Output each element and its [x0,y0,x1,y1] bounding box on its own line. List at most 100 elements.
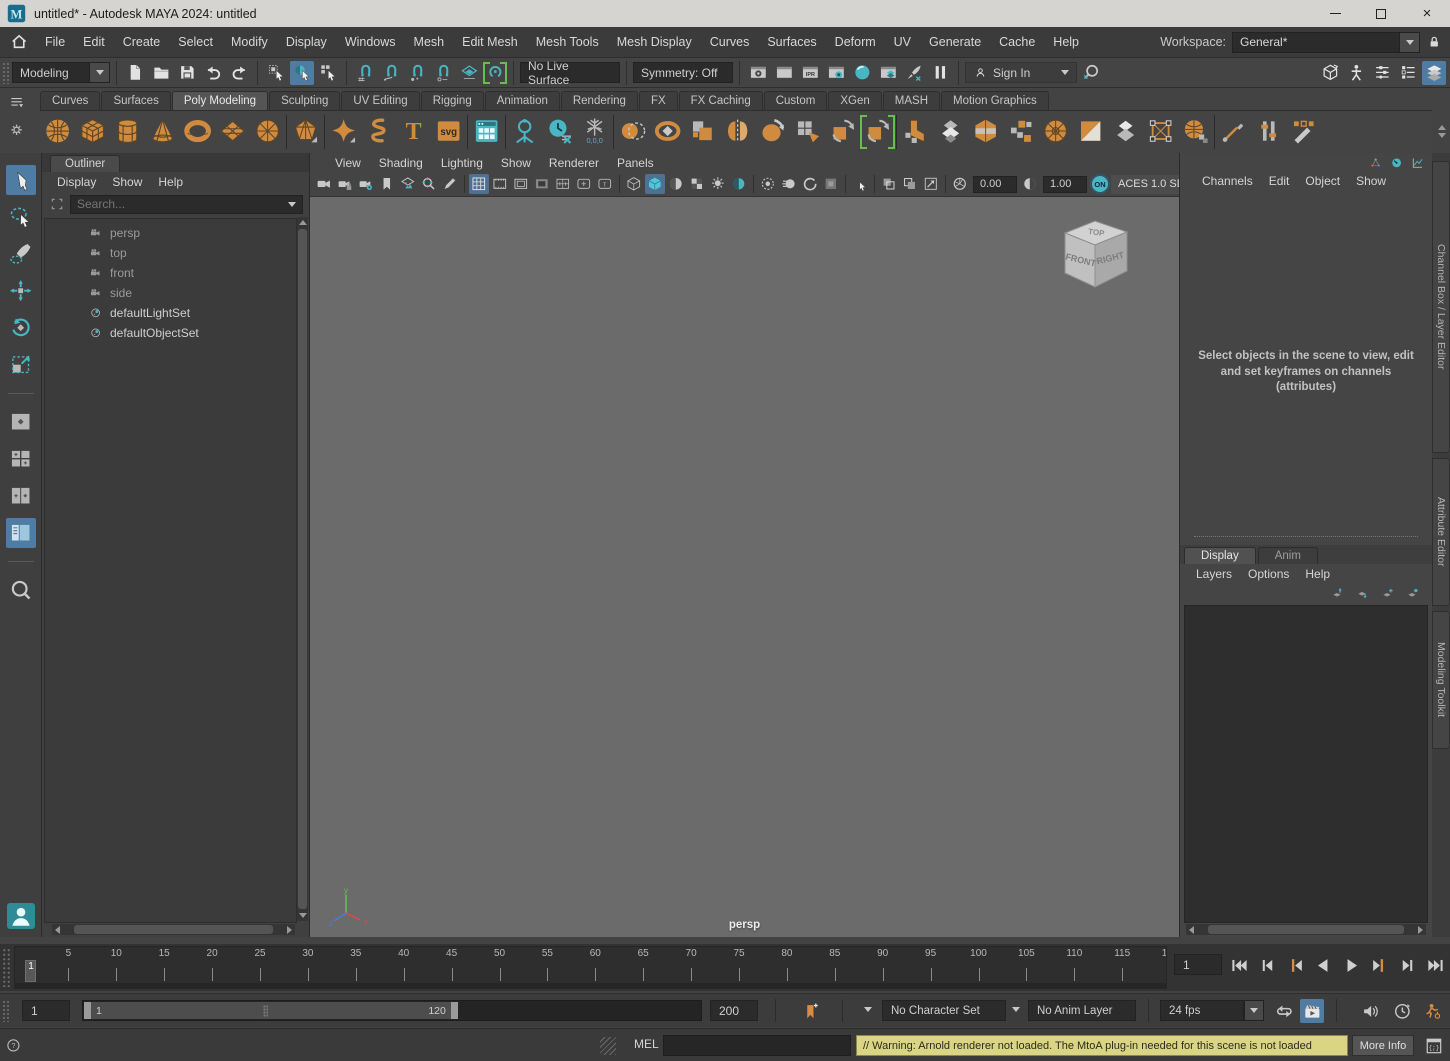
xray-icon[interactable] [879,174,899,194]
outliner-menu-show[interactable]: Show [105,175,149,189]
menu-set-select[interactable]: Modeling [12,62,90,83]
next-key-button[interactable] [1366,952,1392,978]
menu-create[interactable]: Create [114,27,170,57]
scale-tool[interactable] [6,350,36,380]
multi-cut-icon[interactable] [1286,114,1321,150]
pan-zoom-icon[interactable] [419,174,439,194]
shelf-scroll-up-icon[interactable] [1438,125,1446,130]
sculpt-tool-icon[interactable] [755,114,790,150]
layout-outliner-persp-button[interactable] [6,518,36,548]
outliner-horizontal-scrollbar[interactable] [52,924,295,935]
move-layer-up-icon[interactable] [1329,585,1347,601]
extrude-icon[interactable] [898,114,933,150]
range-slider-track[interactable]: 1 120 [82,1000,702,1021]
open-scene-icon[interactable] [149,61,173,85]
range-start-handle[interactable] [84,1002,91,1019]
menu-mesh[interactable]: Mesh [405,27,454,57]
mute-audio-icon[interactable] [1358,999,1382,1023]
workspace-lock-icon[interactable] [1426,32,1442,52]
command-input[interactable] [663,1035,851,1056]
workspace-select[interactable]: General* [1232,32,1400,53]
menu-deform[interactable]: Deform [826,27,885,57]
viewport-menu-shading[interactable]: Shading [370,156,432,170]
move-tool[interactable] [6,276,36,306]
create-layer-from-selected-icon[interactable] [1404,585,1422,601]
shelf-tab-rigging[interactable]: Rigging [421,91,484,110]
search-filter-arrow[interactable] [288,202,296,207]
auto-keyframe-icon[interactable] [1420,999,1444,1023]
menu-help[interactable]: Help [1044,27,1088,57]
close-button[interactable]: × [1404,0,1450,27]
shelf-scroll-down-icon[interactable] [1438,133,1446,138]
menu-curves[interactable]: Curves [701,27,759,57]
viewport-select-icon[interactable] [850,174,870,194]
outliner-item-defaultLightSet[interactable]: defaultLightSet [45,303,296,323]
menu-select[interactable]: Select [169,27,222,57]
retopologize-icon[interactable] [860,114,895,150]
view-transform-select[interactable]: ACES 1.0 SDR-v [1111,175,1179,194]
delete-history-icon[interactable] [542,114,577,150]
circularize-icon[interactable] [1038,114,1073,150]
duplicate-face-icon[interactable] [1108,114,1143,150]
wireframe-icon[interactable] [624,174,644,194]
side-tab-attribute-editor[interactable]: Attribute Editor [1432,458,1450,606]
layer-editor-tab-anim[interactable]: Anim [1258,547,1318,564]
gate-mask-icon[interactable] [532,174,552,194]
layout-single-pane-button[interactable] [6,407,36,437]
paint-effects-icon[interactable] [902,61,926,85]
shelf-tab-xgen[interactable]: XGen [828,91,881,110]
shelf-tab-animation[interactable]: Animation [485,91,560,110]
project-curve-icon[interactable] [1073,114,1108,150]
sync-timeline-icon[interactable] [1390,999,1414,1023]
script-editor-icon[interactable]: {;} [1422,1034,1445,1057]
outliner-item-front[interactable]: front [45,263,296,283]
camera-attributes-icon[interactable] [356,174,376,194]
outliner-item-persp[interactable]: persp [45,223,296,243]
grease-pencil-icon[interactable] [440,174,460,194]
resolution-gate-icon[interactable] [511,174,531,194]
snap-grid-icon[interactable] [353,61,377,85]
snap-projected-center-icon[interactable] [431,61,455,85]
poly-cube-icon[interactable] [75,114,110,150]
layer-editor-scrollbar[interactable] [1186,924,1426,935]
outliner-search-box[interactable] [70,195,303,214]
timeline-grip[interactable] [2,948,11,987]
menu-edit[interactable]: Edit [74,27,114,57]
undo-icon[interactable] [201,61,225,85]
quad-draw-icon[interactable] [790,114,825,150]
sign-in-button[interactable]: Sign In [965,62,1077,83]
shelf-menu-icon[interactable] [6,92,28,112]
character-set-select[interactable]: No Character Set [882,1000,1006,1021]
animation-start-field[interactable]: 1 [22,1000,70,1021]
go-to-end-button[interactable] [1422,952,1448,978]
rangebar-grip[interactable] [2,1000,10,1022]
safe-action-icon[interactable] [574,174,594,194]
side-tab-modeling-toolkit[interactable]: Modeling Toolkit [1432,611,1450,749]
redo-icon[interactable] [227,61,251,85]
poly-torus-icon[interactable] [180,114,215,150]
poly-plane-icon[interactable] [215,114,250,150]
select-camera-icon[interactable] [314,174,334,194]
channel-speed-icon[interactable] [1388,156,1405,171]
playback-options-icon[interactable] [1300,999,1324,1023]
grid-toggle-icon[interactable] [469,174,489,194]
menu-surfaces[interactable]: Surfaces [758,27,825,57]
shelf-tab-surfaces[interactable]: Surfaces [101,91,170,110]
outliner-menu-display[interactable]: Display [50,175,103,189]
sweep-mesh-icon[interactable] [326,114,361,150]
render-current-frame-icon[interactable] [772,61,796,85]
shelf-tab-motion-graphics[interactable]: Motion Graphics [941,91,1049,110]
hypershade-icon[interactable] [850,61,874,85]
snap-active-icon[interactable] [483,61,507,85]
shelf-tab-rendering[interactable]: Rendering [561,91,638,110]
bookmark-icon[interactable] [377,174,397,194]
poly-type-icon[interactable]: T [396,114,431,150]
viewport-menu-show[interactable]: Show [492,156,540,170]
outliner-item-top[interactable]: top [45,243,296,263]
outliner-tab[interactable]: Outliner [50,155,120,172]
snap-view-plane-icon[interactable] [457,61,481,85]
menu-mesh-display[interactable]: Mesh Display [608,27,701,57]
viewport-menu-renderer[interactable]: Renderer [540,156,608,170]
select-hierarchy-icon[interactable] [264,61,288,85]
select-tool[interactable] [6,165,36,195]
